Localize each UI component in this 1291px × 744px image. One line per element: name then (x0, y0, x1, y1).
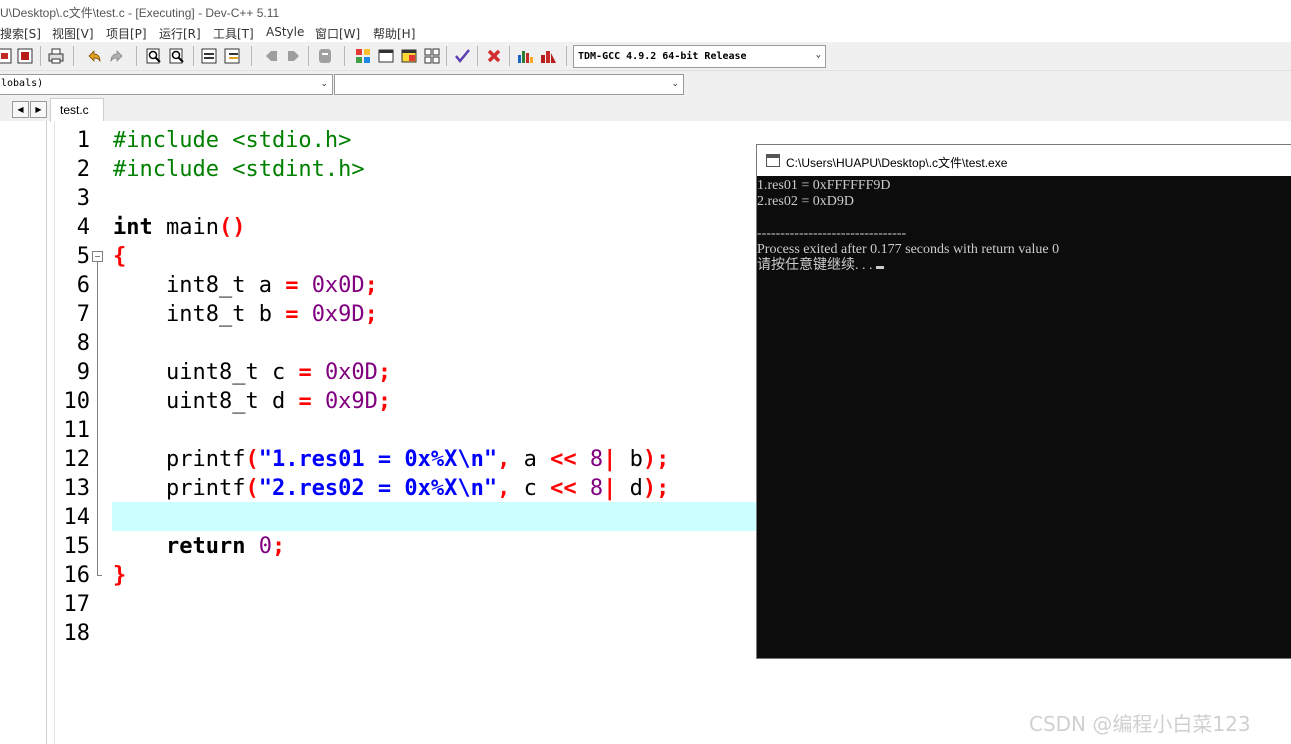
profile-icon[interactable] (539, 47, 557, 65)
line-number: 3 (76, 186, 90, 211)
watermark: CSDN @编程小白菜123 (1029, 712, 1251, 736)
code-line-12[interactable]: printf("1.res01 = 0x%X\n", a << 8| b); (113, 445, 669, 474)
compile-icon[interactable] (316, 47, 334, 65)
editor-tab-bar: ◀ ▶ test.c (0, 97, 1291, 122)
code-line-5[interactable]: { (113, 242, 126, 271)
line-number: 2 (76, 157, 90, 182)
console-window[interactable]: C:\Users\HUAPU\Desktop\.c文件\test.exe 1.r… (756, 144, 1291, 659)
line-number: 6 (76, 273, 90, 298)
menu-window[interactable]: 窗口[W] (315, 25, 360, 42)
menu-tools[interactable]: 工具[T] (213, 25, 254, 42)
run-icon[interactable] (354, 47, 372, 65)
console-title: C:\Users\HUAPU\Desktop\.c文件\test.exe (786, 156, 1008, 170)
menu-search[interactable]: 搜索[S] (0, 25, 41, 42)
print-icon[interactable] (47, 47, 65, 65)
tab-label: test.c (60, 103, 89, 117)
menu-help[interactable]: 帮助[H] (373, 25, 415, 42)
redo-icon[interactable] (108, 47, 126, 65)
code-line-1[interactable]: #include <stdio.h> (113, 126, 351, 155)
line-number: 5 (76, 244, 90, 269)
class-browser-bar: lobals) ⌄ ⌄ (0, 71, 1291, 97)
member-select[interactable]: ⌄ (334, 74, 684, 95)
line-number: 13 (63, 476, 91, 501)
line-number: 14 (63, 505, 91, 530)
scroll-right-button[interactable]: ▶ (30, 101, 47, 118)
compiler-label: TDM-GCC 4.9.2 64-bit Release (578, 51, 747, 62)
scope-select[interactable]: lobals) ⌄ (0, 74, 333, 95)
undo-icon[interactable] (85, 47, 103, 65)
console-output-line: 2.res02 = 0xD9D (757, 194, 854, 209)
console-exit-status: Process exited after 0.177 seconds with … (757, 242, 1060, 257)
chevron-down-icon: ⌄ (320, 79, 328, 89)
code-line-9[interactable]: uint8_t c = 0x0D; (113, 358, 391, 387)
unindent-icon[interactable] (223, 47, 241, 65)
line-number: 10 (63, 389, 91, 414)
line-number: 18 (63, 621, 91, 646)
line-number: 12 (63, 447, 91, 472)
fold-line (97, 262, 98, 575)
menu-astyle[interactable]: AStyle (266, 25, 304, 39)
chevron-down-icon: ⌄ (815, 50, 821, 60)
line-number: 7 (76, 302, 90, 327)
console-title-bar[interactable]: C:\Users\HUAPU\Desktop\.c文件\test.exe (757, 145, 1291, 176)
line-number: 17 (63, 592, 91, 617)
code-line-10[interactable]: uint8_t d = 0x9D; (113, 387, 391, 416)
line-number: 4 (76, 215, 90, 240)
title-bar: U\Desktop\.c文件\test.c - [Executing] - De… (0, 0, 1291, 22)
console-separator: -------------------------------- (757, 226, 907, 241)
code-line-15[interactable]: return 0; (113, 532, 285, 561)
project-icon[interactable] (16, 47, 34, 65)
text-cursor (876, 266, 884, 269)
project-panel[interactable] (0, 121, 47, 744)
tab-test-c[interactable]: test.c (50, 98, 104, 122)
console-app-icon (766, 154, 780, 167)
scroll-left-button[interactable]: ◀ (12, 101, 29, 118)
menu-bar: 搜索[S] 视图[V] 项目[P] 运行[R] 工具[T] AStyle 窗口[… (0, 22, 1291, 42)
window-title: U\Desktop\.c文件\test.c - [Executing] - De… (0, 6, 280, 20)
stop-icon[interactable] (485, 47, 503, 65)
line-number: 16 (63, 563, 91, 588)
compiler-select[interactable]: TDM-GCC 4.9.2 64-bit Release ⌄ (573, 45, 826, 68)
code-line-7[interactable]: int8_t b = 0x9D; (113, 300, 378, 329)
check-icon[interactable] (453, 47, 471, 65)
code-line-4[interactable]: int main() (113, 213, 245, 242)
new-icon[interactable] (0, 47, 14, 65)
replace-icon[interactable] (168, 47, 186, 65)
code-line-2[interactable]: #include <stdint.h> (113, 155, 365, 184)
line-number: 9 (76, 360, 90, 385)
menu-project[interactable]: 项目[P] (106, 25, 147, 42)
line-number: 1 (76, 128, 90, 153)
menu-run[interactable]: 运行[R] (159, 25, 201, 42)
bookmark-icon[interactable] (262, 47, 280, 65)
current-line-highlight (112, 502, 757, 531)
line-number: 8 (76, 331, 90, 356)
toolbar: TDM-GCC 4.9.2 64-bit Release ⌄ (0, 42, 1291, 71)
indent-icon[interactable] (200, 47, 218, 65)
scope-value: lobals) (1, 78, 44, 89)
compile-run-icon[interactable] (377, 47, 395, 65)
menu-view[interactable]: 视图[V] (52, 25, 94, 42)
line-number: 11 (63, 418, 91, 443)
code-line-6[interactable]: int8_t a = 0x0D; (113, 271, 378, 300)
chart-icon[interactable] (516, 47, 534, 65)
code-line-13[interactable]: printf("2.res02 = 0x%X\n", c << 8| d); (113, 474, 669, 503)
goto-icon[interactable] (285, 47, 303, 65)
fold-collapse-icon[interactable] (92, 251, 103, 262)
debug-icon[interactable] (423, 47, 441, 65)
code-line-16[interactable]: } (113, 561, 126, 590)
line-number: 15 (63, 534, 91, 559)
chevron-down-icon: ⌄ (671, 79, 679, 89)
fold-end-marker (97, 575, 102, 576)
console-prompt-line: 请按任意键继续. . . (757, 258, 884, 274)
console-output-line: 1.res01 = 0xFFFFFF9D (757, 178, 891, 193)
find-icon[interactable] (145, 47, 163, 65)
rebuild-icon[interactable] (400, 47, 418, 65)
console-prompt: 请按任意键继续. . . (757, 258, 876, 273)
